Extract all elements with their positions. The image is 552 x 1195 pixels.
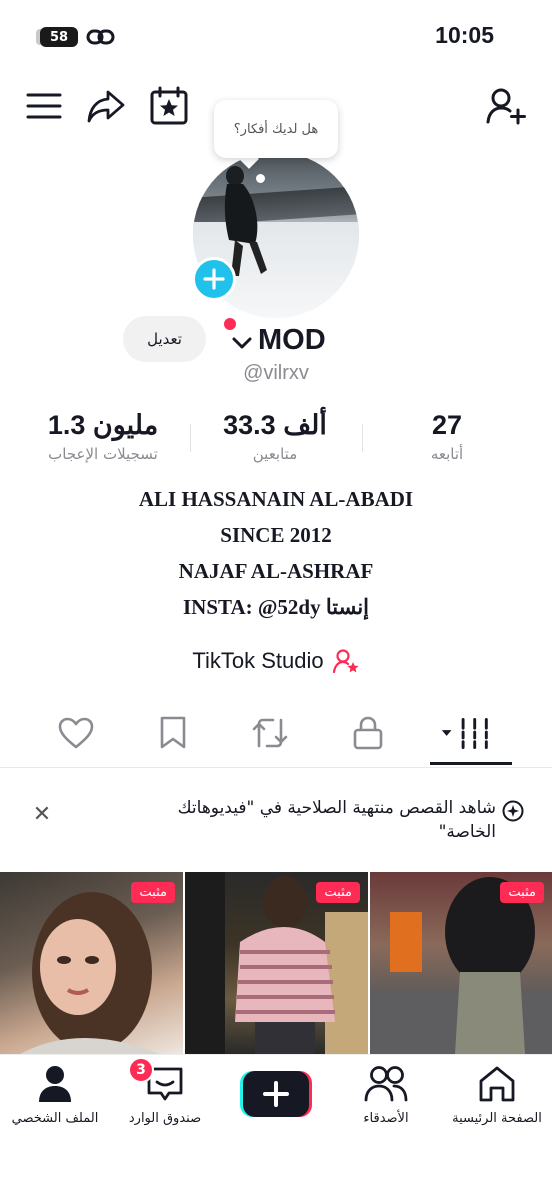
nav-friends[interactable]: الأصدقاء (331, 1065, 441, 1126)
inbox-badge: 3 (128, 1057, 154, 1083)
stories-banner-text[interactable]: شاهد القصص منتهية الصلاحية في "فيديوهاتك… (156, 796, 496, 844)
pinned-badge: مثبت (500, 882, 544, 903)
tiktok-studio-link[interactable]: TikTok Studio (0, 648, 552, 674)
home-icon (479, 1066, 515, 1102)
status-bar: 58 10:05 (0, 0, 552, 72)
nav-inbox-label: صندوق الوارد (128, 1111, 202, 1126)
tab-private[interactable] (338, 708, 398, 758)
studio-person-star-icon (332, 649, 359, 674)
tab-videos[interactable] (436, 708, 496, 758)
bubble-dot (256, 174, 265, 183)
tab-saved[interactable] (143, 708, 203, 758)
grid-icon (441, 717, 488, 749)
add-avatar-button[interactable] (192, 257, 236, 301)
link-icon (86, 29, 115, 45)
repost-icon (252, 718, 288, 748)
nav-home-label: الصفحة الرئيسية (452, 1111, 542, 1126)
close-icon[interactable]: ✕ (28, 800, 56, 828)
nav-inbox[interactable]: صندوق الوارد (110, 1065, 220, 1126)
studio-label: TikTok Studio (192, 648, 324, 673)
bio-line: INSTA: @52dy إنستا (183, 595, 369, 619)
followers-count: 33.3 ألف (223, 410, 327, 440)
edit-profile-button[interactable]: تعديل (123, 316, 206, 362)
profile-icon (39, 1066, 71, 1102)
stat-following[interactable]: 27 أتابعه (362, 410, 532, 463)
tab-liked[interactable] (46, 708, 106, 758)
clock: 10:05 (435, 22, 494, 48)
following-count: 27 (431, 410, 463, 440)
tab-reposts[interactable] (240, 708, 300, 758)
following-label: أتابعه (430, 445, 464, 463)
calendar-star-icon[interactable] (147, 84, 191, 128)
share-icon[interactable] (84, 84, 128, 128)
video-thumbnail[interactable]: مثبت (185, 872, 368, 1054)
bio-line: ALI HASSANAIN AL-ABADI (138, 487, 414, 511)
likes-label: تسجيلات الإعجاب (48, 445, 158, 463)
pinned-badge: مثبت (131, 882, 175, 903)
nav-profile-label: الملف الشخصي (11, 1111, 99, 1126)
bottom-nav: الملف الشخصي صندوق الوارد 3 الأصدقاء الص… (0, 1054, 552, 1195)
pinned-badge: مثبت (316, 882, 360, 903)
followers-label: متابعين (252, 445, 298, 463)
stat-followers[interactable]: 33.3 ألف متابعين (190, 410, 360, 463)
create-button[interactable] (240, 1071, 312, 1117)
profile-handle: @vilrxv (243, 362, 309, 384)
sparkle-icon (502, 800, 524, 822)
nav-friends-label: الأصدقاء (363, 1111, 409, 1126)
account-switcher[interactable]: MOD (222, 318, 326, 362)
tabs-divider (0, 767, 552, 768)
bookmark-icon (160, 716, 186, 749)
nav-home[interactable]: الصفحة الرئيسية (442, 1065, 552, 1126)
chevron-down-icon (232, 337, 252, 349)
likes-count: 1.3 مليون (47, 410, 159, 440)
heart-icon (58, 717, 94, 749)
video-thumbnail[interactable]: مثبت (370, 872, 552, 1054)
ideas-bubble[interactable]: هل لديك أفكار؟ (214, 100, 338, 158)
menu-icon[interactable] (22, 84, 66, 128)
video-thumbnail[interactable]: مثبت (0, 872, 183, 1054)
bio-line: NAJAF AL-ASHRAF (178, 559, 374, 583)
stat-likes[interactable]: 1.3 مليون تسجيلات الإعجاب (18, 410, 188, 463)
lock-icon (353, 716, 383, 750)
add-friend-icon[interactable] (484, 84, 528, 128)
bio-line: SINCE 2012 (220, 523, 332, 547)
nav-profile[interactable]: الملف الشخصي (0, 1065, 110, 1126)
friends-icon (364, 1066, 408, 1102)
active-tab-indicator (430, 762, 512, 765)
battery-icon: 58 (40, 27, 78, 47)
avatar-mountain (193, 186, 359, 226)
profile-name: MOD (258, 323, 326, 356)
